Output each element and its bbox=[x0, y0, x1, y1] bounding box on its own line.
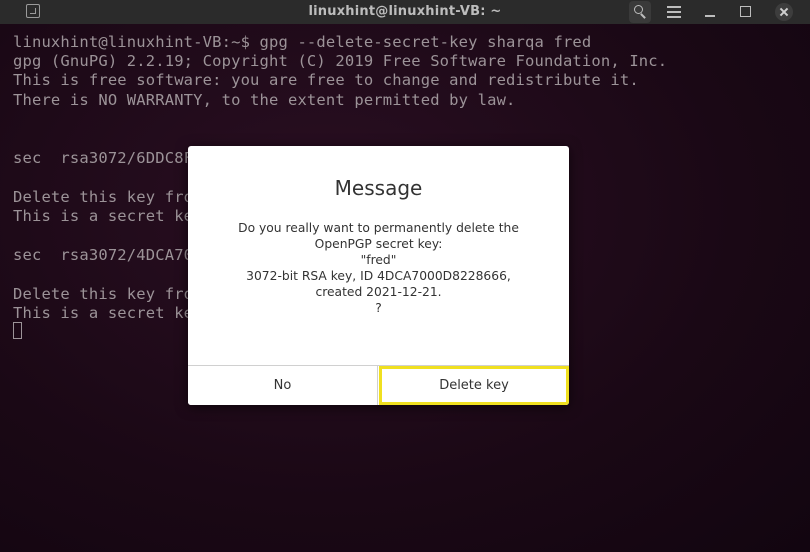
hamburger-menu-icon[interactable] bbox=[667, 6, 681, 18]
terminal-line: This is a secret ke bbox=[13, 207, 194, 225]
maximize-icon[interactable] bbox=[740, 6, 751, 17]
terminal-cursor bbox=[13, 322, 22, 339]
dialog-message-line: created 2021-12-21. bbox=[315, 285, 442, 299]
dialog-message-line: "fred" bbox=[360, 253, 397, 267]
dialog-message-line: Do you really want to permanently delete… bbox=[238, 221, 519, 235]
terminal-line: This is a secret ke bbox=[13, 304, 194, 322]
message-dialog: Message Do you really want to permanentl… bbox=[188, 146, 569, 405]
terminal-line: sec rsa3072/6DDC8F bbox=[13, 149, 194, 167]
dialog-message: Do you really want to permanently delete… bbox=[188, 220, 569, 316]
minimize-icon[interactable] bbox=[705, 15, 715, 17]
no-button[interactable]: No bbox=[188, 366, 378, 405]
close-icon[interactable] bbox=[775, 3, 793, 21]
dialog-title: Message bbox=[334, 176, 423, 200]
terminal-line: gpg (GnuPG) 2.2.19; Copyright (C) 2019 F… bbox=[13, 52, 668, 70]
delete-key-button[interactable]: Delete key bbox=[379, 366, 569, 405]
terminal-line: Delete this key fro bbox=[13, 285, 194, 303]
terminal-line: There is NO WARRANTY, to the extent perm… bbox=[13, 91, 516, 109]
dialog-message-line: OpenPGP secret key: bbox=[314, 237, 443, 251]
search-icon[interactable] bbox=[629, 1, 651, 23]
terminal-line: This is free software: you are free to c… bbox=[13, 71, 639, 89]
terminal-line: sec rsa3072/4DCA70 bbox=[13, 246, 194, 264]
dialog-message-line: 3072-bit RSA key, ID 4DCA7000D8228666, bbox=[246, 269, 511, 283]
dialog-button-bar: No Delete key bbox=[188, 365, 569, 405]
window-titlebar: linuxhint@linuxhint-VB: ~ bbox=[0, 0, 810, 24]
terminal-line: Delete this key fro bbox=[13, 188, 194, 206]
terminal-line: linuxhint@linuxhint-VB:~$ gpg --delete-s… bbox=[13, 33, 592, 51]
dialog-message-line: ? bbox=[375, 301, 382, 315]
window-title: linuxhint@linuxhint-VB: ~ bbox=[308, 4, 502, 19]
